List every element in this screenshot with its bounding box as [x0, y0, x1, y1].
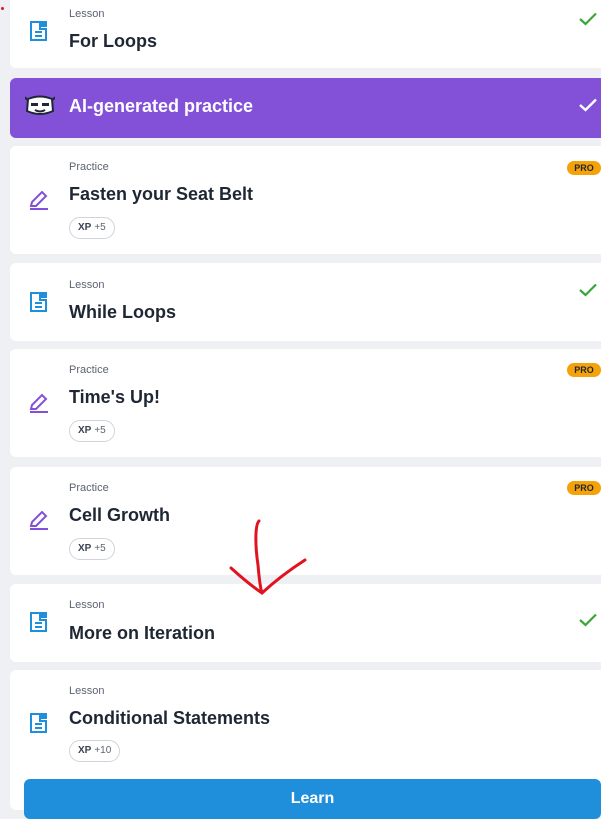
item-title: Conditional Statements	[69, 708, 271, 728]
item-kind: Lesson	[69, 599, 105, 611]
item-title: Fasten your Seat Belt	[69, 184, 254, 204]
xp-label: XP	[78, 222, 92, 233]
xp-label: XP	[78, 745, 92, 756]
item-title: Cell Growth	[69, 505, 171, 525]
item-kind: Practice	[69, 482, 109, 494]
lesson-card-while-loops[interactable]: Lesson While Loops	[10, 263, 601, 341]
item-title: For Loops	[69, 31, 157, 51]
document-icon	[30, 292, 47, 312]
item-title: Time's Up!	[69, 387, 160, 407]
xp-chip: XP +5	[69, 538, 115, 560]
item-title: AI-generated practice	[69, 96, 254, 116]
item-kind: Practice	[69, 364, 109, 376]
annotation-dot	[1, 7, 4, 10]
pencil-icon	[29, 190, 48, 210]
pro-badge: PRO	[567, 363, 601, 377]
item-kind: Practice	[69, 161, 109, 173]
xp-label: XP	[78, 425, 92, 436]
item-title: More on Iteration	[69, 623, 216, 643]
xp-value: +5	[94, 222, 106, 233]
learn-button[interactable]: Learn	[24, 779, 601, 819]
red-arrow-annotation	[229, 519, 307, 595]
item-kind: Lesson	[69, 685, 105, 697]
check-icon	[579, 283, 597, 297]
pencil-icon	[29, 510, 48, 530]
pencil-icon	[29, 393, 48, 413]
xp-value: +5	[94, 543, 106, 554]
ai-practice-card[interactable]: AI-generated practice	[10, 78, 601, 138]
robot-face-icon	[25, 95, 55, 115]
xp-chip: XP +5	[69, 420, 115, 442]
document-icon	[30, 612, 47, 632]
check-icon	[579, 613, 597, 627]
item-kind: Lesson	[69, 279, 105, 291]
pro-badge: PRO	[567, 161, 601, 175]
check-icon	[579, 12, 597, 26]
xp-value: +10	[94, 745, 112, 756]
check-icon	[579, 98, 597, 112]
xp-label: XP	[78, 543, 92, 554]
document-icon	[30, 21, 47, 41]
practice-card-times-up[interactable]: Practice Time's Up! PRO XP +5	[10, 349, 601, 457]
xp-value: +5	[94, 425, 106, 436]
pro-badge: PRO	[567, 481, 601, 495]
item-kind: Lesson	[69, 8, 105, 20]
xp-chip: XP +10	[69, 740, 121, 762]
xp-chip: XP +5	[69, 217, 115, 239]
item-title: While Loops	[69, 302, 176, 322]
document-icon	[30, 713, 47, 733]
practice-card-fasten-your-seat-belt[interactable]: Practice Fasten your Seat Belt PRO XP +5	[10, 146, 601, 254]
lesson-card-for-loops[interactable]: Lesson For Loops	[10, 0, 601, 68]
